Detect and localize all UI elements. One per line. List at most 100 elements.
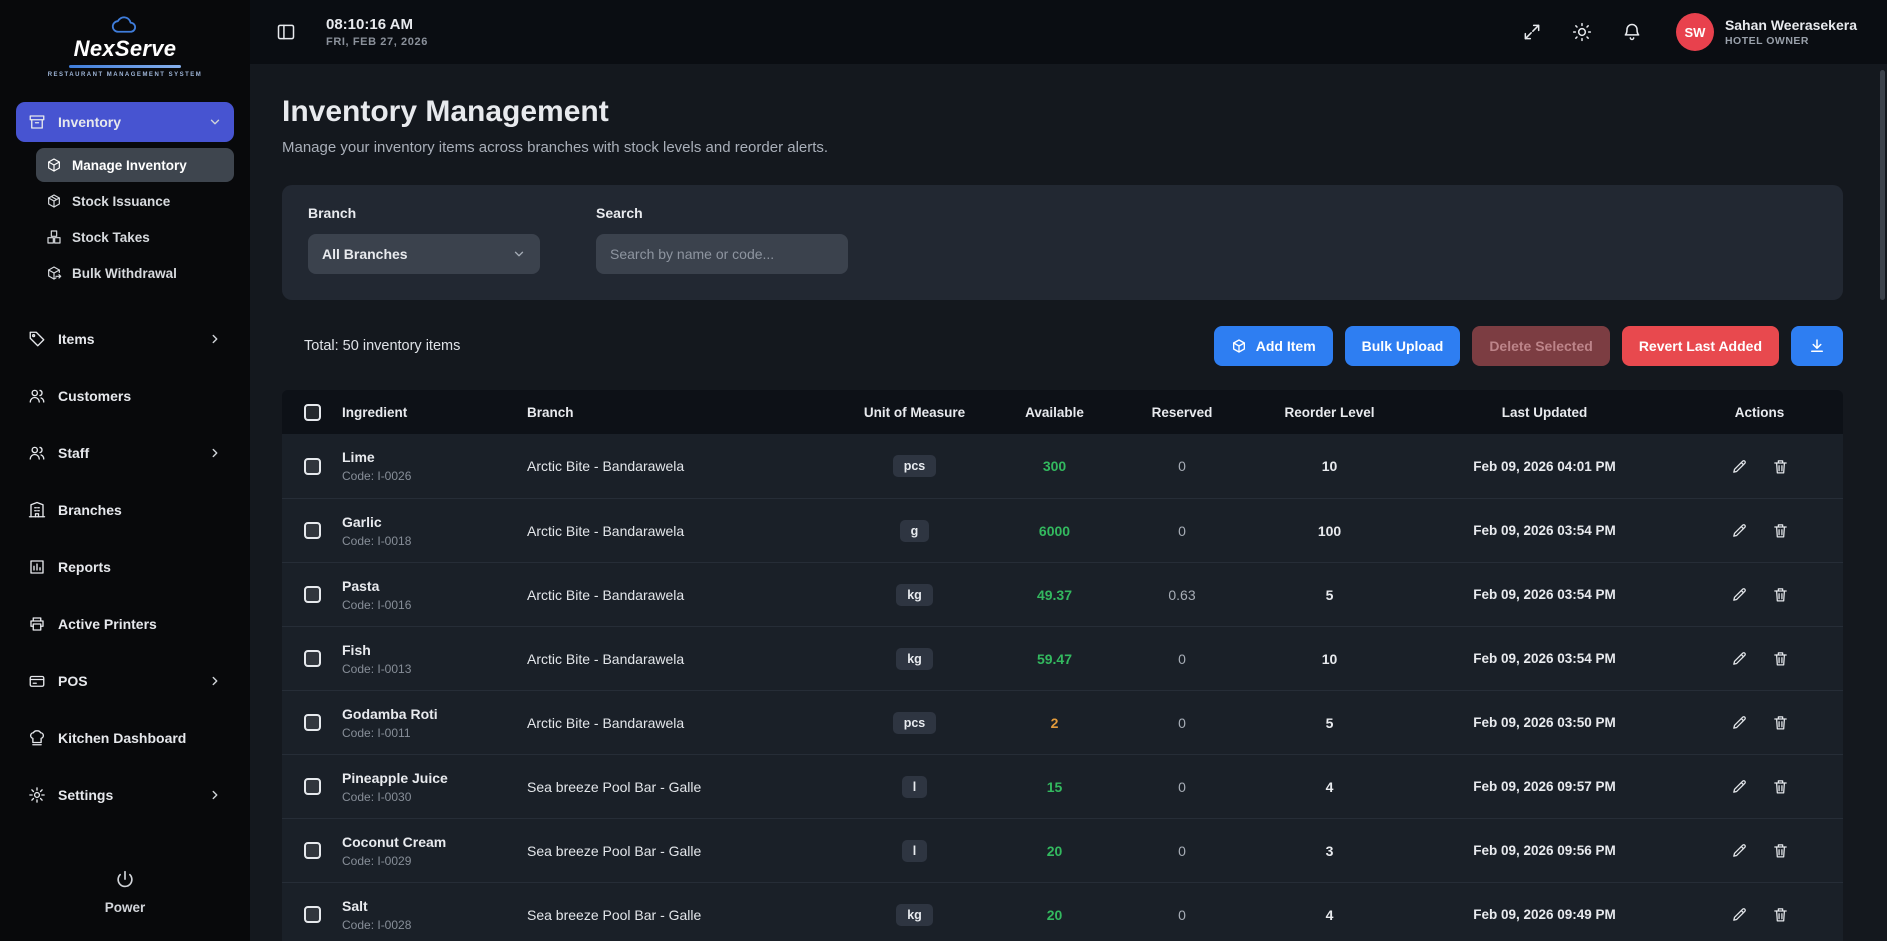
branch-cell: Sea breeze Pool Bar - Galle [527,907,837,923]
row-checkbox[interactable] [304,522,321,539]
row-checkbox[interactable] [304,778,321,795]
delete-button[interactable] [1772,906,1789,923]
sidebar-item-staff[interactable]: Staff [16,433,234,473]
inventory-table: Ingredient Branch Unit of Measure Availa… [282,390,1843,941]
available-value: 6000 [1039,523,1070,539]
table-row: Pineapple Juice Code: I-0030 Sea breeze … [282,754,1843,818]
revert-last-added-button[interactable]: Revert Last Added [1622,326,1779,366]
ingredient-code: Code: I-0016 [342,598,527,612]
delete-button[interactable] [1772,586,1789,603]
sidebar-item-kitchen-dashboard[interactable]: Kitchen Dashboard [16,718,234,758]
available-value: 15 [1047,779,1063,795]
sidebar-item-active-printers[interactable]: Active Printers [16,604,234,644]
reserved-value: 0 [1178,458,1186,474]
reserved-value: 0 [1178,651,1186,667]
search-input[interactable] [596,234,848,274]
col-header-ingredient: Ingredient [342,405,527,420]
sidebar-item-stock-takes[interactable]: Stock Takes [36,220,234,254]
theme-toggle-button[interactable] [1572,22,1592,42]
sidebar-item-bulk-withdrawal[interactable]: Bulk Withdrawal [36,256,234,290]
edit-button[interactable] [1731,650,1748,667]
delete-button[interactable] [1772,842,1789,859]
sidebar-item-items[interactable]: Items [16,319,234,359]
building-icon [28,501,46,519]
export-download-button[interactable] [1791,326,1843,366]
printer-icon [28,615,46,633]
row-checkbox[interactable] [304,906,321,923]
row-checkbox[interactable] [304,650,321,667]
power-icon [114,869,136,891]
branch-select[interactable]: All Branches [308,234,540,274]
select-all-checkbox[interactable] [304,404,321,421]
reorder-level-value: 5 [1326,715,1334,731]
available-value: 300 [1043,458,1066,474]
cube-icon [46,157,62,173]
add-item-button[interactable]: Add Item [1214,326,1333,366]
power-button[interactable]: Power [16,853,234,941]
table-row: Coconut Cream Code: I-0029 Sea breeze Po… [282,818,1843,882]
row-checkbox[interactable] [304,586,321,603]
filter-card: Branch All Branches Search [282,185,1843,300]
table-toolbar: Total: 50 inventory items Add Item Bulk … [282,326,1843,366]
unit-badge: pcs [893,455,937,477]
edit-button[interactable] [1731,714,1748,731]
sidebar-item-pos[interactable]: POS [16,661,234,701]
unit-badge: kg [896,904,933,926]
chevron-right-icon [208,446,222,460]
fullscreen-button[interactable] [1522,22,1542,42]
sidebar-item-reports[interactable]: Reports [16,547,234,587]
sidebar-item-stock-issuance[interactable]: Stock Issuance [36,184,234,218]
unit-badge: l [902,776,927,798]
user-menu[interactable]: SW Sahan Weerasekera HOTEL OWNER [1676,13,1857,51]
branch-cell: Arctic Bite - Bandarawela [527,651,837,667]
edit-button[interactable] [1731,522,1748,539]
delete-button[interactable] [1772,714,1789,731]
app-logo: NexServe RESTAURANT MANAGEMENT SYSTEM [16,0,234,86]
edit-button[interactable] [1731,586,1748,603]
reserved-value: 0 [1178,907,1186,923]
sidebar-item-customers[interactable]: Customers [16,376,234,416]
delete-button[interactable] [1772,650,1789,667]
branch-cell: Arctic Bite - Bandarawela [527,715,837,731]
tag-icon [28,330,46,348]
logo-swoosh [69,65,181,68]
unit-badge: g [900,520,930,542]
app-tagline: RESTAURANT MANAGEMENT SYSTEM [24,72,226,78]
reserved-value: 0 [1178,523,1186,539]
sun-icon [1572,22,1592,42]
edit-button[interactable] [1731,458,1748,475]
edit-button[interactable] [1731,778,1748,795]
ingredient-name: Godamba Roti [342,706,527,722]
reorder-level-value: 3 [1326,843,1334,859]
delete-button[interactable] [1772,458,1789,475]
bulk-upload-button[interactable]: Bulk Upload [1345,326,1461,366]
scrollbar-thumb[interactable] [1880,70,1885,300]
delete-selected-button[interactable]: Delete Selected [1472,326,1610,366]
box-arrow-icon [46,265,62,281]
card-icon [28,672,46,690]
row-checkbox[interactable] [304,458,321,475]
edit-button[interactable] [1731,906,1748,923]
delete-button[interactable] [1772,778,1789,795]
col-header-branch: Branch [527,405,837,420]
sidebar-toggle-button[interactable] [276,22,296,42]
trash-icon [1772,778,1789,795]
delete-button[interactable] [1772,522,1789,539]
package-icon [46,193,62,209]
ingredient-code: Code: I-0011 [342,726,527,740]
users-icon [28,387,46,405]
row-checkbox[interactable] [304,842,321,859]
pencil-icon [1731,778,1748,795]
sidebar-item-manage-inventory[interactable]: Manage Inventory [36,148,234,182]
sidebar-item-settings[interactable]: Settings [16,775,234,815]
notifications-button[interactable] [1622,22,1642,42]
chevron-right-icon [208,674,222,688]
cloud-logo-icon [111,16,139,34]
sidebar-item-inventory[interactable]: Inventory [16,102,234,142]
sidebar-item-branches[interactable]: Branches [16,490,234,530]
pencil-icon [1731,906,1748,923]
edit-button[interactable] [1731,842,1748,859]
row-checkbox[interactable] [304,714,321,731]
table-header-row: Ingredient Branch Unit of Measure Availa… [282,390,1843,434]
reorder-level-value: 10 [1322,458,1338,474]
